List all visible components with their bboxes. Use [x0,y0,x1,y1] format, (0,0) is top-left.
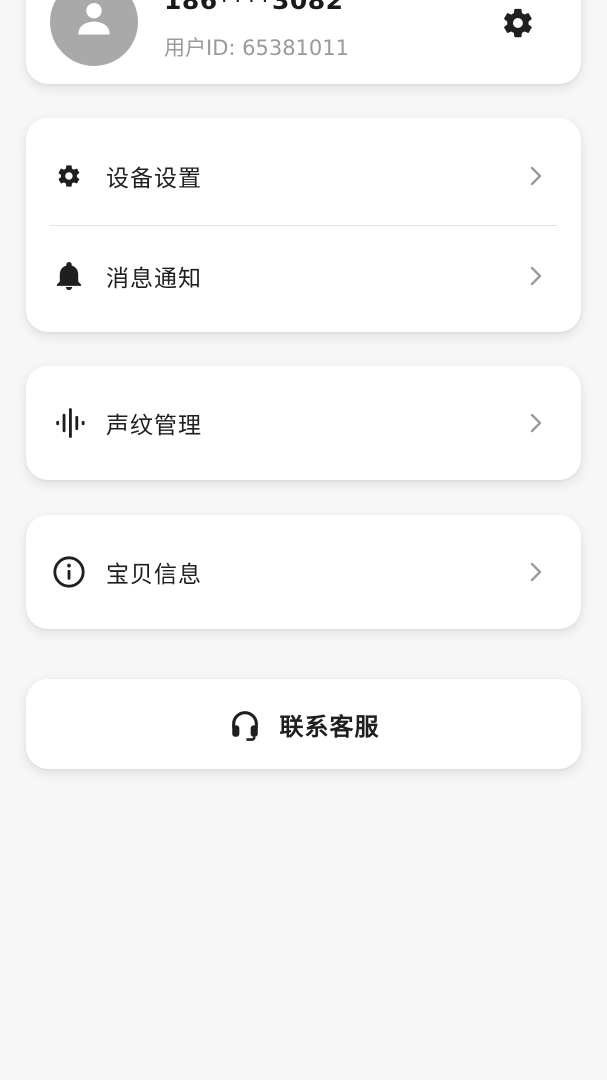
chevron-right-icon [530,266,542,286]
contact-support-content: 联系客服 [26,679,581,769]
bell-icon [56,261,82,291]
menu-item-notifications[interactable]: 消息通知 [26,226,581,326]
menu-item-voiceprint[interactable]: 声纹管理 [26,373,581,473]
menu-item-device-settings[interactable]: 设备设置 [26,126,581,226]
menu-item-label: 消息通知 [106,266,202,292]
person-icon [78,2,110,35]
voiceprint-group-card: 声纹管理 [26,366,581,480]
menu-item-label: 声纹管理 [106,413,202,439]
baby-info-group-card: 宝贝信息 [26,515,581,629]
menu-item-baby-info[interactable]: 宝贝信息 [26,522,581,622]
menu-item-label: 设备设置 [106,166,202,192]
chevron-right-icon [530,562,542,582]
contact-support-button[interactable]: 联系客服 [26,679,581,769]
headset-icon [231,711,258,741]
avatar[interactable] [50,0,138,66]
info-icon [53,556,85,588]
gear-icon [504,8,532,38]
settings-group-card: 设备设置 消息通知 [26,118,581,332]
chevron-right-icon [530,413,542,433]
gear-icon [58,165,80,187]
menu-item-label: 宝贝信息 [106,562,202,588]
profile-settings-button[interactable] [501,6,535,40]
chevron-right-icon [530,166,542,186]
profile-card[interactable]: 186****3082 用户ID: 65381011 [26,0,581,84]
phone-number: 186****3082 [164,0,344,15]
contact-support-label: 联系客服 [279,712,380,741]
voiceprint-icon [56,408,85,438]
user-id: 用户ID: 65381011 [164,36,350,60]
profile-page: 186****3082 用户ID: 65381011 设备设置 消息通知 声纹管… [0,0,607,1080]
